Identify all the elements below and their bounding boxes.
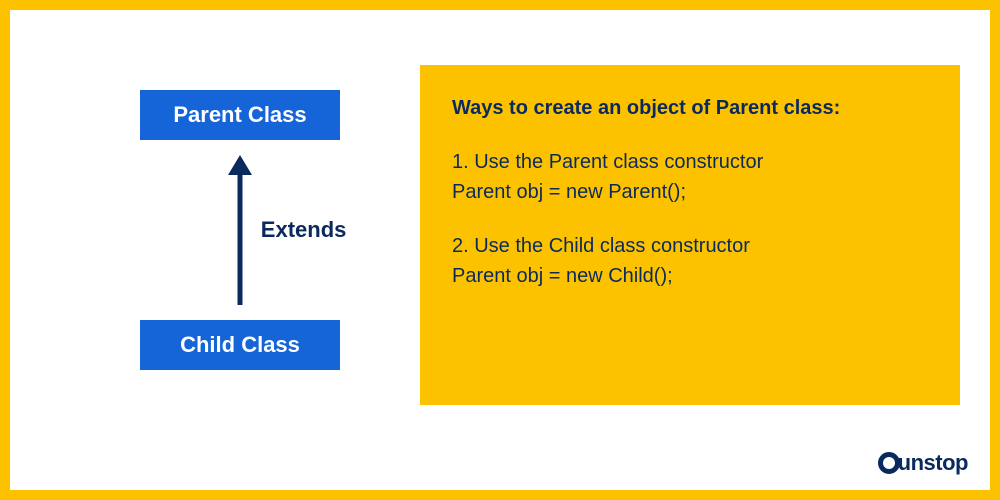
- brand-name: unstop: [898, 450, 968, 476]
- extends-label: Extends: [261, 217, 347, 243]
- child-class-box: Child Class: [140, 320, 340, 370]
- arrow-up-icon: [220, 155, 260, 305]
- panel-item-title: 2. Use the Child class constructor: [452, 231, 928, 261]
- extends-arrow-group: Extends: [110, 140, 370, 320]
- inheritance-diagram: Parent Class Extends Child Class: [110, 90, 370, 370]
- parent-class-box: Parent Class: [140, 90, 340, 140]
- panel-item-code: Parent obj = new Child();: [452, 261, 928, 291]
- panel-item-code: Parent obj = new Parent();: [452, 177, 928, 207]
- panel-item-1: 1. Use the Parent class constructor Pare…: [452, 147, 928, 207]
- panel-item-2: 2. Use the Child class constructor Paren…: [452, 231, 928, 291]
- info-panel: Ways to create an object of Parent class…: [420, 65, 960, 405]
- slide-frame: Parent Class Extends Child Class Ways to…: [0, 0, 1000, 500]
- brand-logo: unstop: [878, 450, 968, 476]
- panel-heading: Ways to create an object of Parent class…: [452, 93, 928, 123]
- logo-ring-icon: [878, 452, 900, 474]
- panel-item-title: 1. Use the Parent class constructor: [452, 147, 928, 177]
